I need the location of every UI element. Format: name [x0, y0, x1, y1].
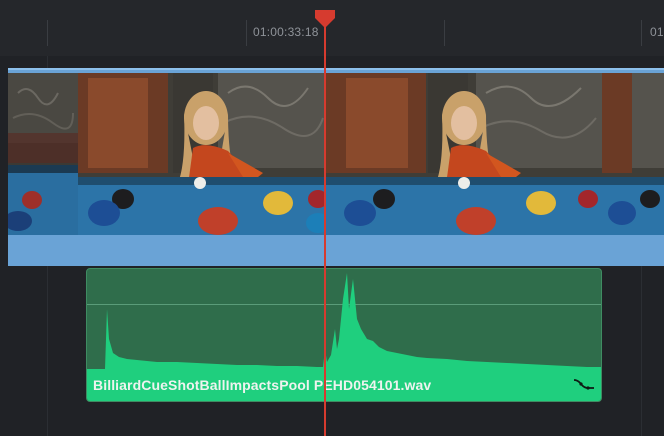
video-thumbnail [78, 73, 326, 235]
timecode-ruler[interactable]: 01:00:33:18 01 [0, 0, 664, 57]
video-track[interactable] [0, 56, 664, 266]
audio-clip-name: BilliardCueShotBallImpactsPool PEHD05410… [93, 377, 432, 393]
video-thumbnail [602, 73, 664, 235]
playhead-line[interactable] [324, 18, 326, 436]
timecode-label: 01:00:33:18 [253, 25, 319, 39]
timeline[interactable]: 01:00:33:18 01 BilliardCueShotBallImpact… [0, 0, 664, 436]
ruler-tick [444, 20, 445, 46]
video-thumbnail-strip [8, 73, 664, 235]
audio-clip[interactable]: BilliardCueShotBallImpactsPool PEHD05410… [86, 268, 602, 402]
track-gridline [47, 266, 48, 436]
timecode-label-next: 01 [650, 25, 664, 39]
video-thumbnail [8, 73, 78, 235]
video-clip[interactable] [8, 68, 664, 266]
playhead-handle[interactable] [315, 10, 335, 28]
volume-curve-icon[interactable] [573, 377, 595, 391]
ruler-tick [47, 20, 48, 46]
ruler-tick [641, 20, 642, 46]
video-thumbnail [326, 73, 602, 235]
ruler-tick [246, 20, 247, 46]
audio-track[interactable]: BilliardCueShotBallImpactsPool PEHD05410… [0, 266, 664, 436]
track-gridline [47, 56, 48, 68]
track-gridline [641, 266, 642, 436]
